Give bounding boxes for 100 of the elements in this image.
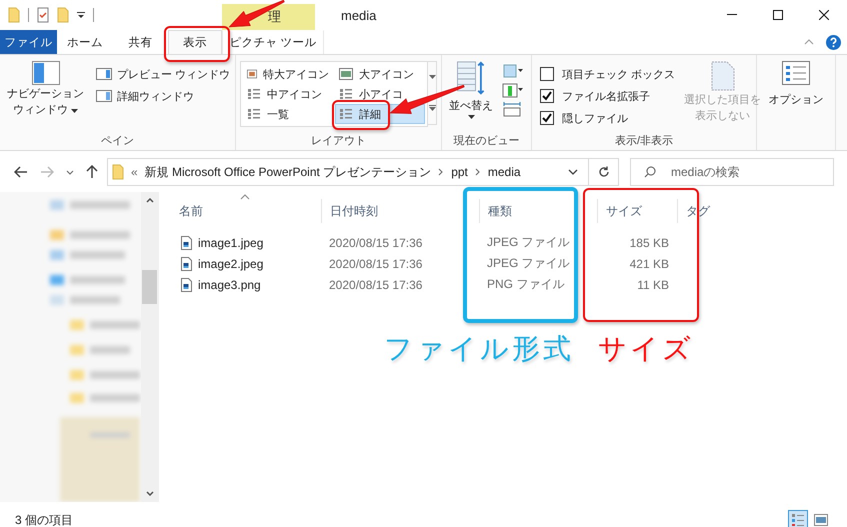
columns-icon[interactable] [502,82,524,98]
image-file-icon [181,278,192,292]
dropdown-icon[interactable] [568,169,578,175]
minimize-icon [727,14,737,16]
checkbox[interactable] [540,89,554,103]
ribbon-tab[interactable]: ピクチャ ツール [222,30,324,54]
checkbox[interactable] [540,67,554,81]
column-header[interactable]: 日付時刻 [321,199,479,223]
caret-icon [71,109,78,113]
expand-icon[interactable] [428,105,436,111]
sort-button[interactable]: 並べ替え [446,59,496,121]
back-arrow-icon[interactable] [14,166,28,178]
image-file-icon [181,236,192,250]
scroll-up-icon[interactable] [146,198,154,203]
group-label: 表示/非表示 [614,134,674,148]
image-file-icon [181,256,192,270]
breadcrumb[interactable]: ppt [451,165,468,179]
chevron-icon[interactable] [438,168,444,176]
annotation-label: ファイル形式 [384,332,574,366]
date-cell-text: 2020/08/15 17:36 [328,278,424,292]
layout-icon [247,88,261,100]
refresh-button[interactable] [589,158,619,186]
caret-icon [468,115,474,119]
address-bar[interactable]: « 新規 Microsoft Office PowerPoint プレゼンテーション ppt media [107,158,589,186]
folder-icon [57,7,69,23]
sort-icon [456,61,486,97]
highlight-frame [164,26,230,62]
layout-icon [339,88,353,100]
layout-icon [339,68,353,80]
window-title: media [340,6,378,24]
layout-option[interactable]: 一覧 [243,104,333,124]
pane-layout-icon [96,90,112,102]
date-cell-text: 2020/08/15 17:36 [328,256,424,270]
file-name[interactable]: image3.png [198,278,261,292]
size-cell-text: 11 KB [636,278,670,292]
ribbon-tab[interactable]: 表示 [168,30,222,54]
size-cell-text: 185 KB [628,236,670,250]
up-arrow-icon[interactable] [86,165,98,179]
type-cell-text: PNG ファイル [486,276,566,293]
group-label: ペイン [100,134,135,148]
layout-icon [247,68,257,80]
ribbon-tab[interactable]: 共有 [113,30,168,54]
layout-icon [247,108,261,120]
maximize-icon [773,10,783,20]
document-icon [710,61,735,91]
checkbox-label: 項目チェック ボックス [562,68,676,82]
breadcrumb[interactable]: media [488,165,521,179]
preview-pane-button[interactable]: プレビュー ウィンドウ [93,63,234,85]
scrollbar-thumb[interactable] [142,270,157,304]
group-label: 現在のビュー [452,134,520,148]
highlight-frame [332,100,390,130]
file-name[interactable]: image2.jpeg [198,256,264,270]
refresh-icon [598,166,610,178]
ribbon-tab[interactable]: ファイル [0,30,57,54]
navigation-pane-button[interactable]: ナビゲーション ウィンドウ [4,59,87,119]
group-label: レイアウト [310,134,367,148]
overflow-chevron[interactable]: « [131,165,138,179]
details-view-button[interactable] [788,510,808,527]
layout-icon [339,108,353,120]
help-icon[interactable] [826,34,841,50]
dropdown-icon[interactable] [77,11,85,19]
column-header[interactable]: 名前 [171,199,321,223]
checklist-icon[interactable] [37,7,49,23]
folder-icon [8,7,20,23]
details-pane-button[interactable]: 詳細ウィンドウ [93,85,234,107]
layout-option[interactable]: 中アイコン [243,84,333,104]
scroll-down-icon[interactable] [146,491,154,496]
search-field[interactable]: mediaの検索 [630,158,834,186]
annotation-label: サイズ [598,332,694,366]
ribbon-tab[interactable]: ホーム [57,30,113,54]
folder-icon [112,164,124,180]
scrollbar[interactable] [141,192,158,502]
checklist-icon [782,61,810,85]
column-header[interactable]: サイズ [597,199,677,223]
checkbox-label: ファイル名拡張子 [562,90,650,104]
pointer-arrow [228,0,285,28]
breadcrumb[interactable]: 新規 Microsoft Office PowerPoint プレゼンテーション [144,164,432,180]
layout-option[interactable]: 大アイコン [335,64,425,84]
list-icon [791,513,805,527]
checkbox-label: 隠しファイル [562,112,628,126]
group-by-icon[interactable] [502,63,524,79]
pane-layout-icon [96,68,112,80]
size-cell-text: 421 KB [628,256,670,270]
checkbox[interactable] [540,111,554,125]
date-cell-text: 2020/08/15 17:36 [328,236,424,250]
type-cell-text: JPEG ファイル [486,234,571,251]
chevron-icon[interactable] [474,168,481,176]
search-icon [644,166,656,178]
layout-option[interactable]: 小アイコ [335,84,425,104]
layout-option[interactable]: 特大アイコン [243,64,333,84]
close-icon [819,10,829,20]
scroll-down-icon[interactable] [428,75,436,79]
recent-dropdown-icon[interactable] [66,170,74,174]
column-header[interactable]: 種類 [479,199,597,223]
options-button[interactable]: オプション [766,59,826,109]
column-header[interactable]: タグ [677,199,769,223]
file-name[interactable]: image1.jpeg [198,236,264,250]
item-count: 3 個の項目 [15,512,74,527]
sort-indicator-icon [240,194,250,200]
collapse-icon[interactable] [804,39,814,45]
